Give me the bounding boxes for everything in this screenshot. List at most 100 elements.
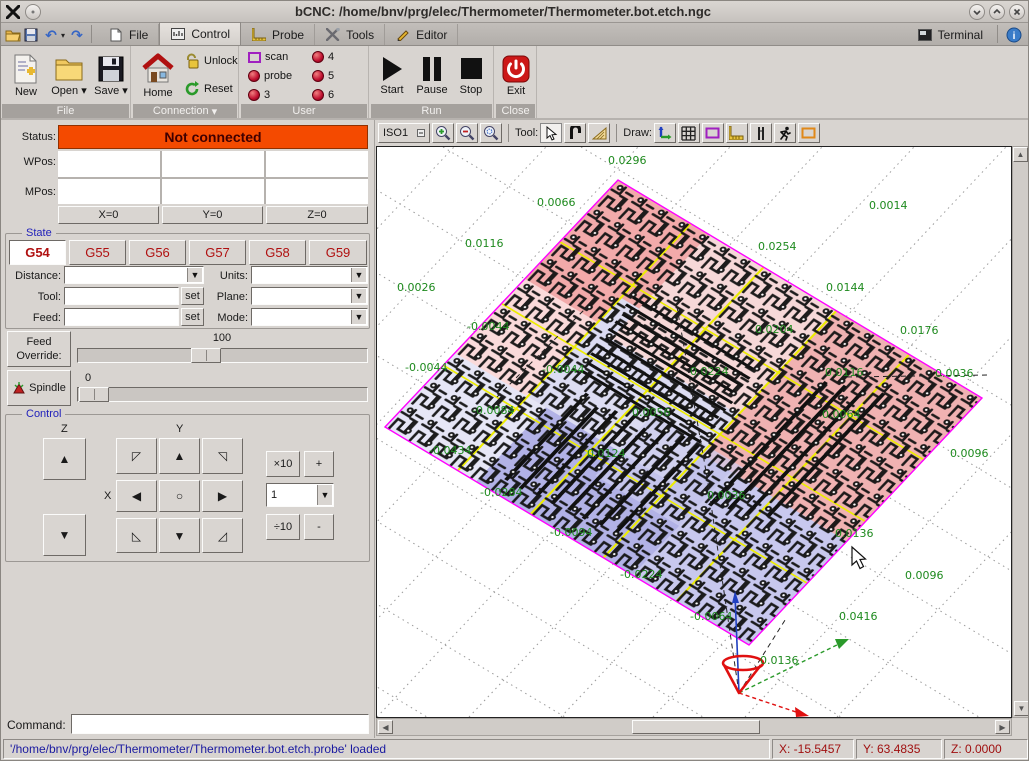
jog-y-down-button[interactable]: ▼	[159, 518, 200, 553]
canvas-vscrollbar[interactable]: ▲ ▼	[1012, 146, 1029, 718]
feed-input[interactable]	[64, 308, 179, 326]
tab-terminal[interactable]: Terminal	[907, 24, 993, 45]
step-dropdown-icon[interactable]: ▼	[317, 485, 332, 505]
draw-ruler-button[interactable]	[726, 123, 748, 143]
canvas-hscrollbar[interactable]: ◀ ▶	[376, 718, 1012, 736]
undo-icon[interactable]: ↶	[43, 27, 59, 43]
exit-button[interactable]: Exit	[498, 50, 534, 102]
tab-editor[interactable]: Editor	[385, 24, 458, 45]
vscroll-up-arrow[interactable]: ▲	[1013, 147, 1028, 162]
gantry-tool-button[interactable]	[564, 123, 586, 143]
zoom-out-button[interactable]	[456, 123, 478, 143]
home-button[interactable]: Home	[136, 50, 180, 102]
feed-override-slider[interactable]	[77, 348, 368, 363]
minimize-button[interactable]	[969, 4, 985, 20]
stop-button[interactable]: Stop	[454, 50, 488, 102]
feed-override-button[interactable]: Feed Override:	[7, 331, 71, 367]
plane-combobox[interactable]: ▼	[251, 287, 368, 305]
pause-button[interactable]: Pause	[412, 50, 452, 102]
close-button[interactable]	[1009, 4, 1025, 20]
cnc-canvas[interactable]: 0.02960.00660.00140.01160.02540.00260.01…	[376, 146, 1012, 718]
feed-set-button[interactable]: set	[181, 308, 204, 326]
jog-xy-upleft-button[interactable]: ◸	[116, 438, 157, 474]
wcs-g59-button[interactable]: G59	[309, 240, 367, 265]
wcs-g55-button[interactable]: G55	[69, 240, 126, 265]
save-icon[interactable]	[23, 27, 39, 43]
jog-xy-upright-button[interactable]: ◹	[202, 438, 243, 474]
spindle-slider[interactable]	[77, 387, 368, 402]
zero-y-button[interactable]: Y=0	[162, 206, 263, 224]
ruler-tool-button[interactable]	[588, 123, 610, 143]
vscroll-down-arrow[interactable]: ▼	[1014, 701, 1029, 716]
user-scan-button[interactable]: scan	[248, 51, 288, 63]
wcs-g58-button[interactable]: G58	[249, 240, 306, 265]
step-combobox[interactable]: 1 ▼	[266, 483, 334, 507]
zoom-in-button[interactable]	[432, 123, 454, 143]
step-minus-button[interactable]: -	[304, 514, 334, 540]
user-4-button[interactable]: 4	[312, 51, 334, 63]
jog-x-plus-button[interactable]: ▶	[202, 480, 243, 512]
mode-dropdown-icon[interactable]: ▼	[351, 310, 366, 324]
save-button[interactable]: Save ▾	[92, 50, 130, 102]
window-menu-button[interactable]	[25, 4, 41, 20]
jog-center-button[interactable]: ○	[159, 480, 200, 512]
distance-combobox[interactable]: ▼	[64, 266, 204, 284]
user-6-button[interactable]: 6	[312, 89, 334, 101]
command-input[interactable]	[71, 714, 369, 734]
draw-rapid-button[interactable]	[774, 123, 796, 143]
wcs-g57-button[interactable]: G57	[189, 240, 246, 265]
units-dropdown-icon[interactable]: ▼	[351, 268, 366, 282]
jog-xy-downleft-button[interactable]: ◺	[116, 518, 157, 553]
maximize-button[interactable]	[989, 4, 1005, 20]
hscroll-right-arrow[interactable]: ▶	[995, 720, 1010, 734]
plane-dropdown-icon[interactable]: ▼	[351, 289, 366, 303]
reset-button[interactable]: Reset	[184, 81, 233, 97]
step-plus-button[interactable]: +	[304, 451, 334, 477]
draw-axes-button[interactable]	[654, 123, 676, 143]
pointer-tool-button[interactable]	[540, 123, 562, 143]
tool-input[interactable]	[64, 287, 179, 305]
open-icon[interactable]	[5, 27, 21, 43]
start-button[interactable]: Start	[374, 50, 410, 102]
feed-override-slider-thumb[interactable]	[191, 348, 221, 363]
zoom-fit-button[interactable]	[480, 123, 502, 143]
step-div10-button[interactable]: ÷10	[266, 514, 300, 540]
mouse-cursor-icon	[852, 547, 866, 569]
step-mul10-button[interactable]: ×10	[266, 451, 300, 477]
jog-xy-downright-button[interactable]: ◿	[202, 518, 243, 553]
zero-x-button[interactable]: X=0	[58, 206, 159, 224]
jog-z-up-button[interactable]: ▲	[43, 438, 86, 480]
draw-workarea-button[interactable]	[750, 123, 772, 143]
unlock-button[interactable]: Unlock	[184, 53, 238, 69]
draw-margin-button[interactable]	[702, 123, 724, 143]
draw-grid-button[interactable]	[678, 123, 700, 143]
user-probe-button[interactable]: probe	[248, 70, 292, 82]
redo-icon[interactable]: ↷	[69, 27, 85, 43]
mode-combobox[interactable]: ▼	[251, 308, 368, 326]
undo-dropdown-icon[interactable]: ▾	[59, 27, 67, 43]
draw-camera-button[interactable]	[798, 123, 820, 143]
new-button[interactable]: New	[7, 50, 45, 102]
distance-dropdown-icon[interactable]: ▼	[187, 268, 202, 282]
tool-set-button[interactable]: set	[181, 287, 204, 305]
tab-tools[interactable]: Tools	[315, 24, 385, 45]
info-icon[interactable]: i	[1006, 27, 1022, 43]
tab-probe[interactable]: Probe	[241, 24, 315, 45]
jog-y-up-button[interactable]: ▲	[159, 438, 200, 474]
jog-z-down-button[interactable]: ▼	[43, 514, 86, 556]
open-button[interactable]: Open ▾	[48, 50, 90, 102]
user-3-button[interactable]: 3	[248, 89, 270, 101]
view-combobox[interactable]: ISO1	[378, 123, 430, 143]
spindle-slider-thumb[interactable]	[79, 387, 109, 402]
tab-file[interactable]: File	[98, 24, 159, 45]
hscroll-thumb[interactable]	[632, 720, 760, 734]
spindle-button[interactable]: Spindle	[7, 370, 71, 406]
hscroll-left-arrow[interactable]: ◀	[378, 720, 393, 734]
units-combobox[interactable]: ▼	[251, 266, 368, 284]
user-5-button[interactable]: 5	[312, 70, 334, 82]
jog-x-minus-button[interactable]: ◀	[116, 480, 157, 512]
wcs-g54-button[interactable]: G54	[9, 240, 66, 265]
wcs-g56-button[interactable]: G56	[129, 240, 186, 265]
zero-z-button[interactable]: Z=0	[266, 206, 368, 224]
tab-control[interactable]: Control	[159, 22, 241, 45]
